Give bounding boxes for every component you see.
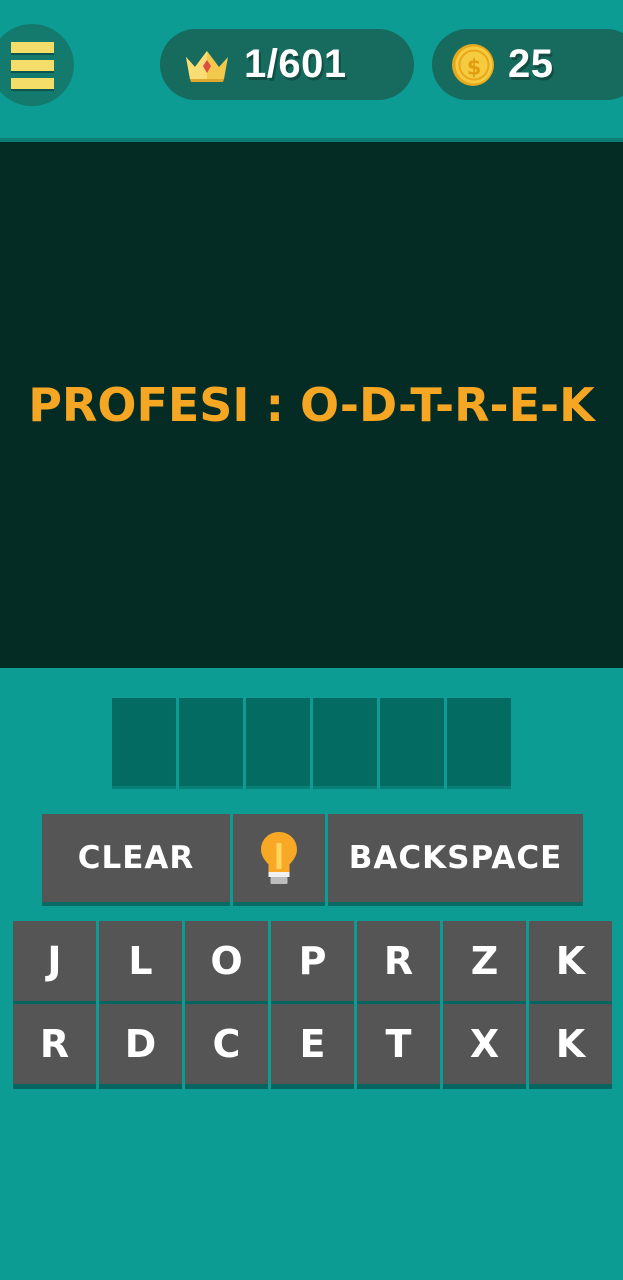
backspace-button[interactable]: BACKSPACE [328,814,583,902]
coin-balance-value: 25 [508,42,554,86]
puzzle-clue-text: PROFESI : O-D-T-R-E-K [28,378,595,432]
answer-slots-row [0,698,623,786]
answer-slot[interactable] [313,698,377,786]
coin-icon: $ [450,42,496,88]
puzzle-display-panel: PROFESI : O-D-T-R-E-K [0,138,623,668]
letter-key[interactable]: X [443,1004,526,1084]
keyboard-row-2: R D C E T X K [13,1004,623,1084]
letter-key[interactable]: L [99,921,182,1001]
answer-slot[interactable] [112,698,176,786]
letter-key[interactable]: P [271,921,354,1001]
letter-key[interactable]: J [13,921,96,1001]
hint-button[interactable] [233,814,325,902]
letter-key[interactable]: R [357,921,440,1001]
letter-key[interactable]: K [529,1004,612,1084]
level-progress-badge[interactable]: 1/601 [160,29,414,100]
coin-balance-badge[interactable]: $ 25 [432,29,623,100]
answer-slot[interactable] [380,698,444,786]
keyboard-row-1: J L O P R Z K [13,921,623,1001]
letter-key[interactable]: O [185,921,268,1001]
letter-keyboard: J L O P R Z K R D C E T X K [13,921,623,1087]
answer-slot[interactable] [246,698,310,786]
hamburger-menu-icon-bar-1 [10,41,54,53]
hamburger-menu-button[interactable] [0,24,74,106]
letter-key[interactable]: E [271,1004,354,1084]
crown-icon [184,47,230,83]
letter-key[interactable]: Z [443,921,526,1001]
letter-key[interactable]: K [529,921,612,1001]
letter-key[interactable]: D [99,1004,182,1084]
hamburger-menu-icon-bar-2 [10,59,54,71]
svg-text:$: $ [467,55,482,79]
answer-slot[interactable] [179,698,243,786]
level-progress-value: 1/601 [244,42,347,86]
letter-key[interactable]: T [357,1004,440,1084]
hamburger-menu-icon-bar-3 [10,77,54,89]
app-header: 1/601 $ 25 [0,0,623,134]
clear-button[interactable]: CLEAR [42,814,230,902]
letter-key[interactable]: C [185,1004,268,1084]
action-buttons-row: CLEAR BACKSPACE [42,814,583,902]
letter-key[interactable]: R [13,1004,96,1084]
lightbulb-icon [257,829,301,887]
answer-slot[interactable] [447,698,511,786]
